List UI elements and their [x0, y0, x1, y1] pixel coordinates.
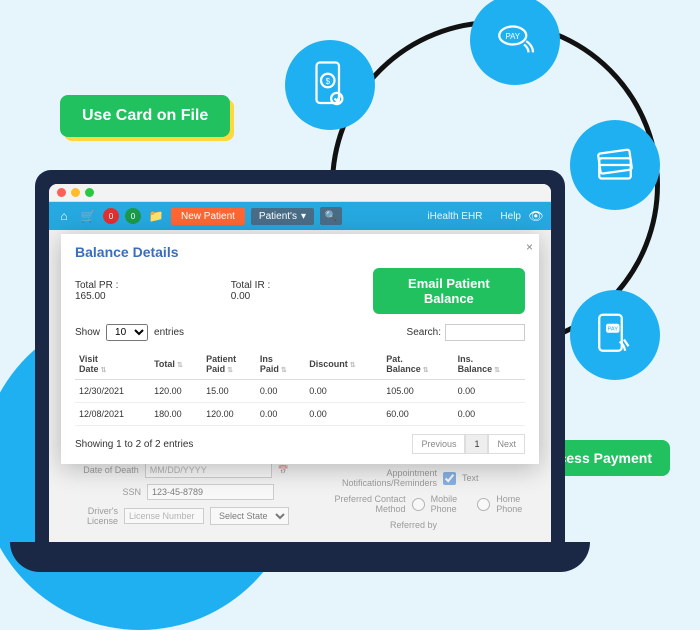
dod-label: Date of Death — [61, 465, 139, 475]
col-header[interactable]: InsPaid⇅ — [256, 349, 305, 380]
patient-dropdown-label: Patient's — [259, 211, 297, 222]
svg-text:PAY: PAY — [608, 327, 619, 333]
cell: 60.00 — [382, 403, 453, 426]
search-icon: 🔍 — [325, 211, 337, 222]
window-close-dot[interactable] — [57, 188, 66, 197]
table-row: 12/30/2021120.0015.000.000.00105.000.00 — [75, 380, 525, 403]
cell: 0.00 — [454, 380, 525, 403]
pcm-home-radio[interactable] — [477, 498, 490, 511]
help-link[interactable]: Help — [500, 211, 521, 222]
ssn-label: SSN — [61, 487, 141, 497]
pcm-mobile-label: Mobile Phone — [431, 494, 472, 514]
pcm-mobile-radio[interactable] — [412, 498, 425, 511]
balance-table: VisitDate⇅Total⇅PatientPaid⇅InsPaid⇅Disc… — [75, 349, 525, 426]
email-patient-balance-button[interactable]: Email Patient Balance — [373, 268, 525, 314]
an-text-label: Text — [462, 473, 479, 483]
calendar-icon[interactable]: 📅 — [278, 465, 289, 476]
table-row: 12/08/2021180.00120.000.000.0060.000.00 — [75, 403, 525, 426]
ref-label: Referred by — [317, 520, 437, 530]
pager-current[interactable]: 1 — [465, 434, 488, 454]
new-patient-button[interactable]: New Patient — [171, 208, 245, 225]
use-card-on-file-button[interactable]: Use Card on File — [60, 95, 230, 137]
app-screen: ⌂ 🛒 0 0 📁 New Patient Patient's ▾ 🔍 iHeal… — [49, 184, 551, 544]
dl-state-select[interactable]: Select State — [210, 507, 289, 525]
ssn-input[interactable] — [147, 484, 274, 500]
total-pr: Total PR : 165.00 — [75, 280, 201, 302]
brand-label: iHealth EHR — [427, 211, 482, 222]
cell: 180.00 — [150, 403, 202, 426]
phone-money-icon: $ — [285, 40, 375, 130]
cell: 0.00 — [256, 380, 305, 403]
credit-cards-icon — [570, 120, 660, 210]
pcm-label: Preferred Contact Method — [317, 494, 406, 514]
an-text-checkbox[interactable] — [443, 472, 456, 485]
home-icon[interactable]: ⌂ — [55, 207, 73, 225]
search-input[interactable] — [445, 324, 525, 341]
search-label: Search: — [407, 327, 441, 338]
cell: 0.00 — [305, 403, 382, 426]
cell: 0.00 — [454, 403, 525, 426]
pager-next[interactable]: Next — [488, 434, 525, 454]
patient-dropdown[interactable]: Patient's ▾ — [251, 208, 314, 225]
window-min-dot[interactable] — [71, 188, 80, 197]
cell: 120.00 — [150, 380, 202, 403]
pcm-home-label: Home Phone — [496, 494, 535, 514]
laptop-base — [10, 542, 590, 572]
show-label: Show — [75, 327, 100, 338]
col-header[interactable]: VisitDate⇅ — [75, 349, 150, 380]
cell: 0.00 — [305, 380, 382, 403]
cell: 15.00 — [202, 380, 256, 403]
pager-prev[interactable]: Previous — [412, 434, 465, 454]
svg-text:$: $ — [326, 77, 331, 86]
tap-pay-icon: PAY — [570, 290, 660, 380]
window-max-dot[interactable] — [85, 188, 94, 197]
svg-text:PAY: PAY — [505, 32, 520, 41]
folder-icon[interactable]: 📁 — [147, 207, 165, 225]
col-header[interactable]: Ins.Balance⇅ — [454, 349, 525, 380]
cell: 12/30/2021 — [75, 380, 150, 403]
modal-title: Balance Details — [75, 244, 525, 260]
modal-close-icon[interactable]: × — [526, 240, 533, 254]
col-header[interactable]: PatientPaid⇅ — [202, 349, 256, 380]
an-label: Appointment Notifications/Reminders — [317, 468, 437, 488]
alert-badge[interactable]: 0 — [103, 208, 119, 224]
balance-details-modal: × Balance Details Total PR : 165.00 Tota… — [61, 234, 539, 464]
entries-select[interactable]: 10 — [106, 324, 148, 341]
cart-icon[interactable]: 🛒 — [79, 207, 97, 225]
table-info: Showing 1 to 2 of 2 entries — [75, 439, 193, 450]
cell: 0.00 — [256, 403, 305, 426]
dl-label: Driver's License — [61, 506, 118, 526]
browser-chrome — [49, 184, 551, 202]
chevron-down-icon: ▾ — [301, 211, 306, 222]
total-ir: Total IR : 0.00 — [231, 280, 343, 302]
dod-input[interactable] — [145, 462, 272, 478]
dl-input[interactable] — [124, 508, 204, 524]
col-header[interactable]: Discount⇅ — [305, 349, 382, 380]
col-header[interactable]: Pat.Balance⇅ — [382, 349, 453, 380]
cell: 12/08/2021 — [75, 403, 150, 426]
entries-label: entries — [154, 327, 184, 338]
cell: 105.00 — [382, 380, 453, 403]
message-badge[interactable]: 0 — [125, 208, 141, 224]
col-header[interactable]: Total⇅ — [150, 349, 202, 380]
eye-icon[interactable]: 👁 — [527, 207, 545, 225]
cell: 120.00 — [202, 403, 256, 426]
search-button[interactable]: 🔍 — [320, 207, 342, 225]
app-toolbar: ⌂ 🛒 0 0 📁 New Patient Patient's ▾ 🔍 iHeal… — [49, 202, 551, 230]
laptop-frame: ⌂ 🛒 0 0 📁 New Patient Patient's ▾ 🔍 iHeal… — [35, 170, 565, 544]
